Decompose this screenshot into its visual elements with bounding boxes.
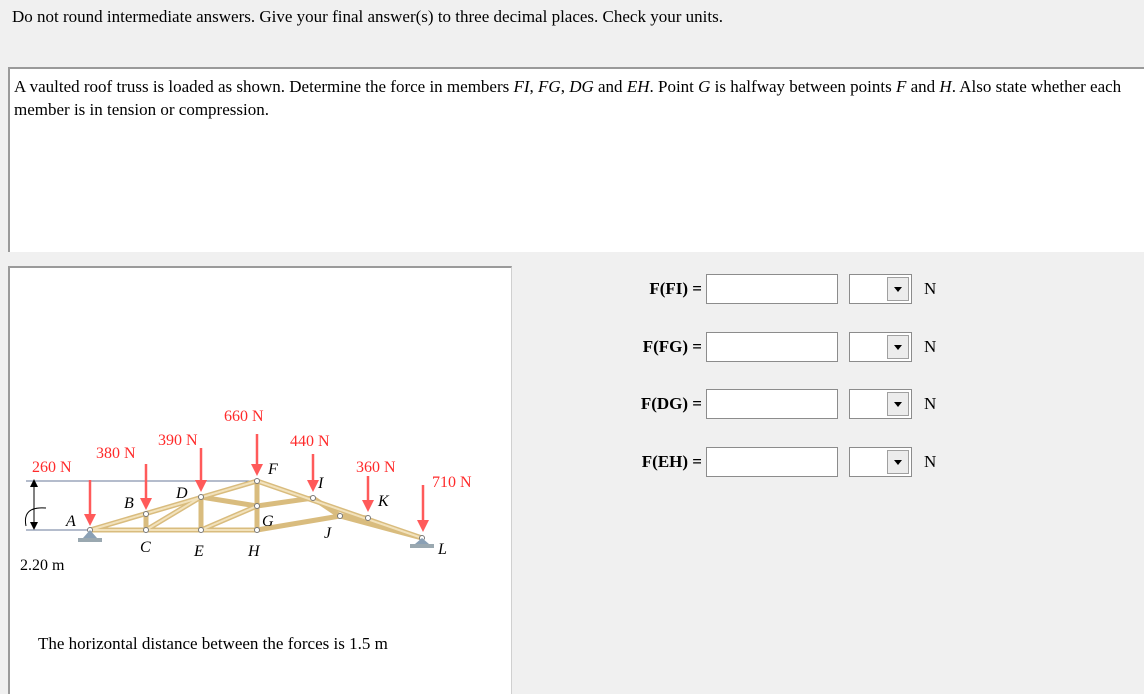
figure-caption: The horizontal distance between the forc…: [38, 634, 388, 653]
height-label: 2.20 m: [20, 557, 65, 574]
problem-text: and: [593, 77, 627, 96]
load-label-g: 710 N: [432, 474, 472, 491]
roller-support-icon: [410, 538, 434, 548]
node-label-i: I: [317, 475, 324, 492]
answer-row-dg: F(DG) = N: [588, 389, 988, 419]
node-label-g: G: [262, 513, 274, 530]
answer-label-dg: F(DG) =: [640, 394, 702, 413]
tension-compression-select-fg[interactable]: [849, 332, 912, 362]
node-label-a: A: [65, 513, 76, 530]
instructions-text: Do not round intermediate answers. Give …: [12, 7, 723, 26]
problem-statement: A vaulted roof truss is loaded as shown.…: [8, 67, 1144, 252]
member-eh: EH: [626, 77, 650, 96]
member-dg: DG: [569, 77, 594, 96]
point-g: G: [698, 77, 711, 96]
problem-text: and: [906, 77, 940, 96]
dropdown-arrow-icon[interactable]: [887, 450, 909, 474]
node-label-b: B: [124, 495, 134, 512]
node-label-k: K: [377, 493, 390, 510]
load-label-b: 380 N: [96, 445, 136, 462]
tension-compression-select-dg[interactable]: [849, 389, 912, 419]
node-label-h: H: [247, 543, 261, 560]
problem-text: ,: [529, 77, 539, 96]
tension-compression-select-fi[interactable]: [849, 274, 912, 304]
member-fi: FI: [513, 77, 530, 96]
unit-label-dg: N: [924, 394, 937, 413]
answer-input-dg[interactable]: [706, 389, 838, 419]
load-label-c: 390 N: [158, 432, 198, 449]
node-label-d: D: [175, 485, 188, 502]
point-f: F: [895, 77, 907, 96]
answer-label-fg: F(FG) =: [642, 337, 702, 356]
answer-input-eh[interactable]: [706, 447, 838, 477]
unit-label-fg: N: [924, 337, 937, 356]
problem-text: ,: [560, 77, 570, 96]
node-label-c: C: [140, 539, 151, 556]
height-dimension: [24, 479, 88, 531]
answer-label-fi: F(FI) =: [649, 279, 702, 298]
answer-row-fi: F(FI) = N: [588, 274, 988, 304]
load-label-d: 660 N: [224, 408, 264, 425]
answer-input-fi[interactable]: [706, 274, 838, 304]
dropdown-arrow-icon[interactable]: [887, 335, 909, 359]
load-label-f: 360 N: [356, 459, 396, 476]
figure-panel: 260 N 380 N 390 N 660 N 440 N 360 N 710 …: [8, 266, 512, 694]
load-label-e: 440 N: [290, 433, 330, 450]
dropdown-arrow-icon[interactable]: [887, 392, 909, 416]
tension-compression-select-eh[interactable]: [849, 447, 912, 477]
truss-diagram: 260 N 380 N 390 N 660 N 440 N 360 N 710 …: [20, 408, 472, 574]
problem-text: is halfway between points: [710, 77, 896, 96]
member-fg: FG: [538, 77, 561, 96]
point-h: H: [939, 77, 952, 96]
answer-row-eh: F(EH) = N: [588, 447, 988, 477]
node-label-f: F: [267, 461, 278, 478]
unit-label-fi: N: [924, 279, 937, 298]
dropdown-arrow-icon[interactable]: [887, 277, 909, 301]
answer-label-eh: F(EH) =: [641, 452, 702, 471]
load-label-a: 260 N: [32, 459, 72, 476]
unit-label-eh: N: [924, 452, 937, 471]
node-label-e: E: [193, 543, 204, 560]
node-label-l: L: [437, 541, 447, 558]
answer-row-fg: F(FG) = N: [588, 332, 988, 362]
node-label-j: J: [324, 525, 332, 542]
answer-input-fg[interactable]: [706, 332, 838, 362]
problem-text: A vaulted roof truss is loaded as shown.…: [14, 77, 514, 96]
problem-text: . Point: [649, 77, 699, 96]
